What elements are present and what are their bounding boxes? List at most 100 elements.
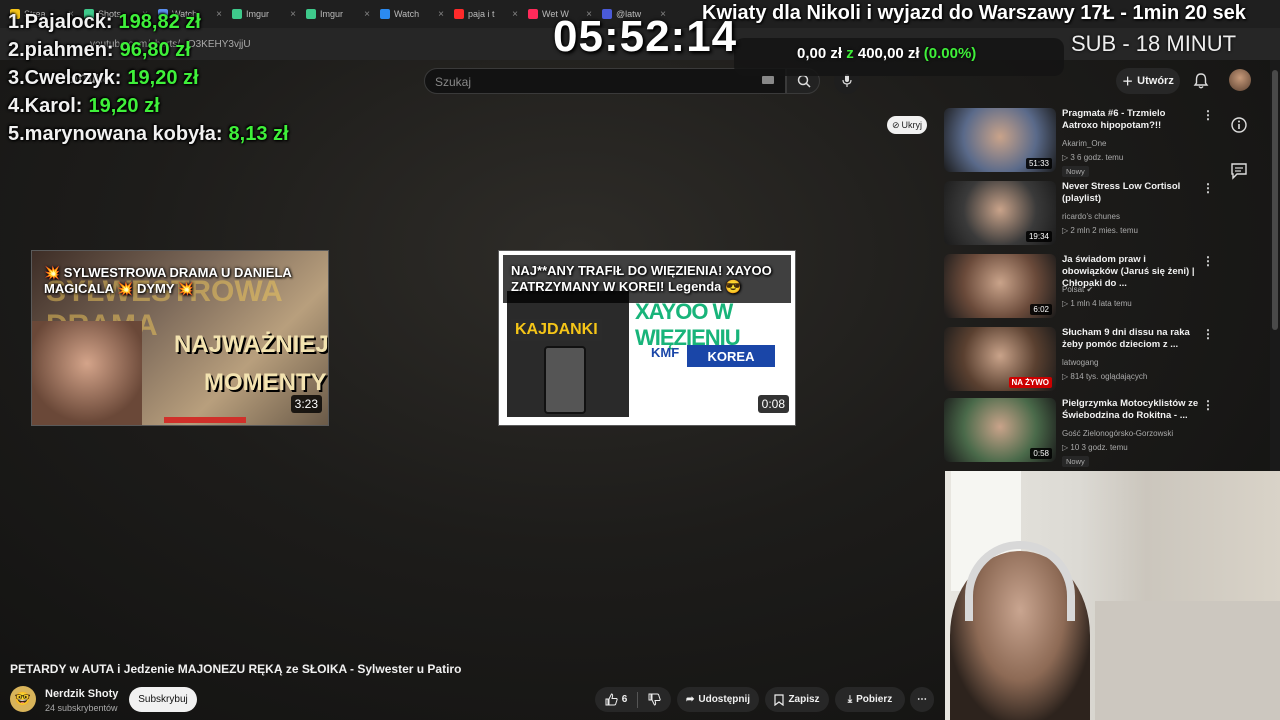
video-title: PETARDY w AUTA i Jedzenie MAJONEZU RĘKĄ …	[10, 662, 462, 676]
video-thumbnail[interactable]: NA ŻYWO	[944, 327, 1056, 391]
card-thumbnail-text: KMF	[651, 345, 680, 360]
subscribe-button[interactable]: Subskrybuj	[129, 687, 197, 712]
recommended-channel[interactable]: ricardo's chunes	[1062, 212, 1120, 221]
share-button[interactable]: ➦ Udostępnij	[677, 687, 759, 712]
tab-favicon-icon	[528, 9, 538, 19]
more-actions-button[interactable]: ⋯	[910, 687, 934, 712]
recommended-video[interactable]: 19:34 Never Stress Low Cortisol (playlist…	[944, 181, 1224, 247]
video-thumbnail[interactable]: 0:58	[944, 398, 1056, 462]
hide-label: Ukryj	[901, 120, 923, 130]
like-dislike-group: 6	[595, 687, 671, 712]
goal-percent: (0.00%)	[923, 45, 977, 62]
more-vertical-icon[interactable]: ⋮	[1202, 254, 1214, 268]
donation-ticker: Kwiaty dla Nikoli i wyjazd do Warszawy 1…	[702, 2, 1246, 24]
close-tab-icon[interactable]: ×	[438, 9, 444, 20]
card-title: 💥 SYLWESTROWA DRAMA U DANIELA MAGICALA 💥…	[44, 265, 292, 296]
donor-row: 4.Karol: 19,20 zł	[8, 92, 408, 120]
comments-icon[interactable]	[1230, 162, 1248, 180]
save-button[interactable]: Zapisz	[765, 687, 829, 712]
donor-name: 5.marynowana kobyła:	[8, 123, 223, 145]
recommended-meta: ▷ 1 mln 4 lata temu	[1062, 299, 1132, 308]
recommended-channel[interactable]: Gość Zielonogórsko-Gorzowski	[1062, 429, 1173, 438]
sub-timer: SUB - 18 MINUT	[1071, 31, 1237, 56]
new-badge: Nowy	[1062, 456, 1089, 467]
video-duration: 0:58	[1030, 448, 1052, 459]
donor-amount: 198,82 zł	[118, 11, 201, 33]
card-thumbnail-text: KAJDANKI	[511, 319, 602, 341]
donor-name: 3.Cwelczyk:	[8, 67, 122, 89]
page-scrollbar[interactable]	[1270, 60, 1280, 480]
card-duration: 3:23	[290, 395, 322, 413]
video-duration: 51:33	[1025, 158, 1052, 169]
recommended-video[interactable]: 51:33 Pragmata #6 - Trzmielo Aatroxo hipo…	[944, 108, 1224, 177]
donor-name: 1.Pajalock:	[8, 11, 113, 33]
notifications-bell-icon[interactable]	[1192, 72, 1210, 90]
channel-avatar[interactable]: 🤓	[10, 686, 36, 712]
like-button[interactable]: 6	[605, 693, 628, 706]
tab-label: paja i t	[468, 9, 495, 19]
recommended-video-title[interactable]: Never Stress Low Cortisol (playlist)	[1062, 181, 1200, 205]
card-thumbnail-text: KOREA	[687, 345, 775, 367]
subscriber-count: 24 subskrybentów	[45, 703, 118, 713]
thumbs-down-icon[interactable]	[648, 693, 661, 706]
donation-goal: 0,00 zł z 400,00 zł (0.00%)	[797, 45, 976, 62]
recommended-video[interactable]: 0:58 Pielgrzymka Motocyklistów ze Świebod…	[944, 398, 1224, 467]
search-input[interactable]: Szukaj	[424, 68, 786, 94]
video-thumbnail[interactable]: 19:34	[944, 181, 1056, 245]
recommended-video[interactable]: NA ŻYWO Słucham 9 dni dissu na raka żeby …	[944, 327, 1224, 393]
channel-name[interactable]: Nerdzik Shoty	[45, 688, 118, 700]
more-vertical-icon[interactable]: ⋮	[1202, 108, 1214, 122]
divider	[637, 691, 639, 708]
download-icon: ⤓	[847, 694, 853, 705]
hide-end-screen-button[interactable]: ⊘ Ukryj	[887, 116, 927, 134]
download-label: Pobierz	[856, 694, 893, 705]
card-duration: 0:08	[757, 395, 789, 413]
scrollbar-thumb[interactable]	[1272, 70, 1278, 330]
video-thumbnail[interactable]: 6:02	[944, 254, 1056, 318]
goal-current: 0,00 zł	[797, 45, 843, 62]
thumbs-up-icon	[605, 693, 618, 706]
webcam-sofa	[1095, 601, 1280, 720]
more-vertical-icon[interactable]: ⋮	[1202, 398, 1214, 412]
recommended-video-title[interactable]: Pielgrzymka Motocyklistów ze Świebodzina…	[1062, 398, 1200, 422]
new-badge: Nowy	[1062, 166, 1089, 177]
recommended-channel[interactable]: Akarim_One	[1062, 139, 1106, 148]
video-thumbnail[interactable]: 51:33	[944, 108, 1056, 172]
webcam-overlay	[945, 471, 1280, 720]
video-duration: 19:34	[1025, 231, 1052, 242]
donor-row: 1.Pajalock: 198,82 zł	[8, 8, 408, 36]
video-duration: 6:02	[1030, 304, 1052, 315]
end-screen-card[interactable]: KAJDANKI XAYOO W WIĘZIENIU KMF KOREA NAJ…	[498, 250, 796, 426]
recommended-video-title[interactable]: Pragmata #6 - Trzmielo Aatroxo hipopotam…	[1062, 108, 1200, 132]
recommended-video-title[interactable]: Słucham 9 dni dissu na raka żeby pomóc d…	[1062, 327, 1200, 351]
donor-amount: 96,80 zł	[119, 39, 191, 61]
card-thumbnail-text: MOMENTY	[204, 369, 327, 396]
recommended-channel[interactable]: Polsat ✔	[1062, 285, 1093, 294]
recommended-channel[interactable]: latwogang	[1062, 358, 1098, 367]
donor-row: 5.marynowana kobyła: 8,13 zł	[8, 120, 408, 148]
account-avatar[interactable]	[1229, 69, 1251, 91]
goal-separator: z	[846, 45, 854, 62]
card-title: NAJ**ANY TRAFIŁ DO WIĘZIENIA! XAYOO ZATR…	[503, 255, 791, 303]
more-vertical-icon[interactable]: ⋮	[1202, 181, 1214, 195]
card-thumbnail-bar	[164, 417, 246, 423]
goal-target: 400,00 zł	[857, 45, 920, 62]
microphone-icon	[842, 74, 852, 87]
info-icon[interactable]	[1230, 116, 1248, 134]
keyboard-icon[interactable]	[762, 76, 774, 84]
browser-tab[interactable]: paja i t ×	[450, 3, 522, 25]
like-count: 6	[621, 694, 628, 705]
donor-amount: 19,20 zł	[88, 95, 160, 117]
create-button[interactable]: ＋ Utwórz	[1116, 68, 1180, 94]
recommended-meta: ▷ 814 tys. oglądających	[1062, 372, 1148, 381]
recommended-meta: ▷ 2 mln 2 mies. temu	[1062, 226, 1138, 235]
recommended-meta: ▷ 10 3 godz. temu	[1062, 443, 1128, 452]
eye-off-icon: ⊘	[891, 119, 900, 130]
close-tab-icon[interactable]: ×	[512, 9, 518, 20]
plus-icon: ＋	[1122, 76, 1134, 88]
download-button[interactable]: ⤓ Pobierz	[835, 687, 905, 712]
end-screen-card[interactable]: SYLWESTROWA DRAMA NAJWAŻNIEJSZE MOMENTY …	[31, 250, 329, 426]
recommended-video[interactable]: 6:02 Ja świadom praw i obowiązków (Jaruś …	[944, 254, 1224, 320]
more-vertical-icon[interactable]: ⋮	[1202, 327, 1214, 341]
donor-name: 4.Karol:	[8, 95, 83, 117]
